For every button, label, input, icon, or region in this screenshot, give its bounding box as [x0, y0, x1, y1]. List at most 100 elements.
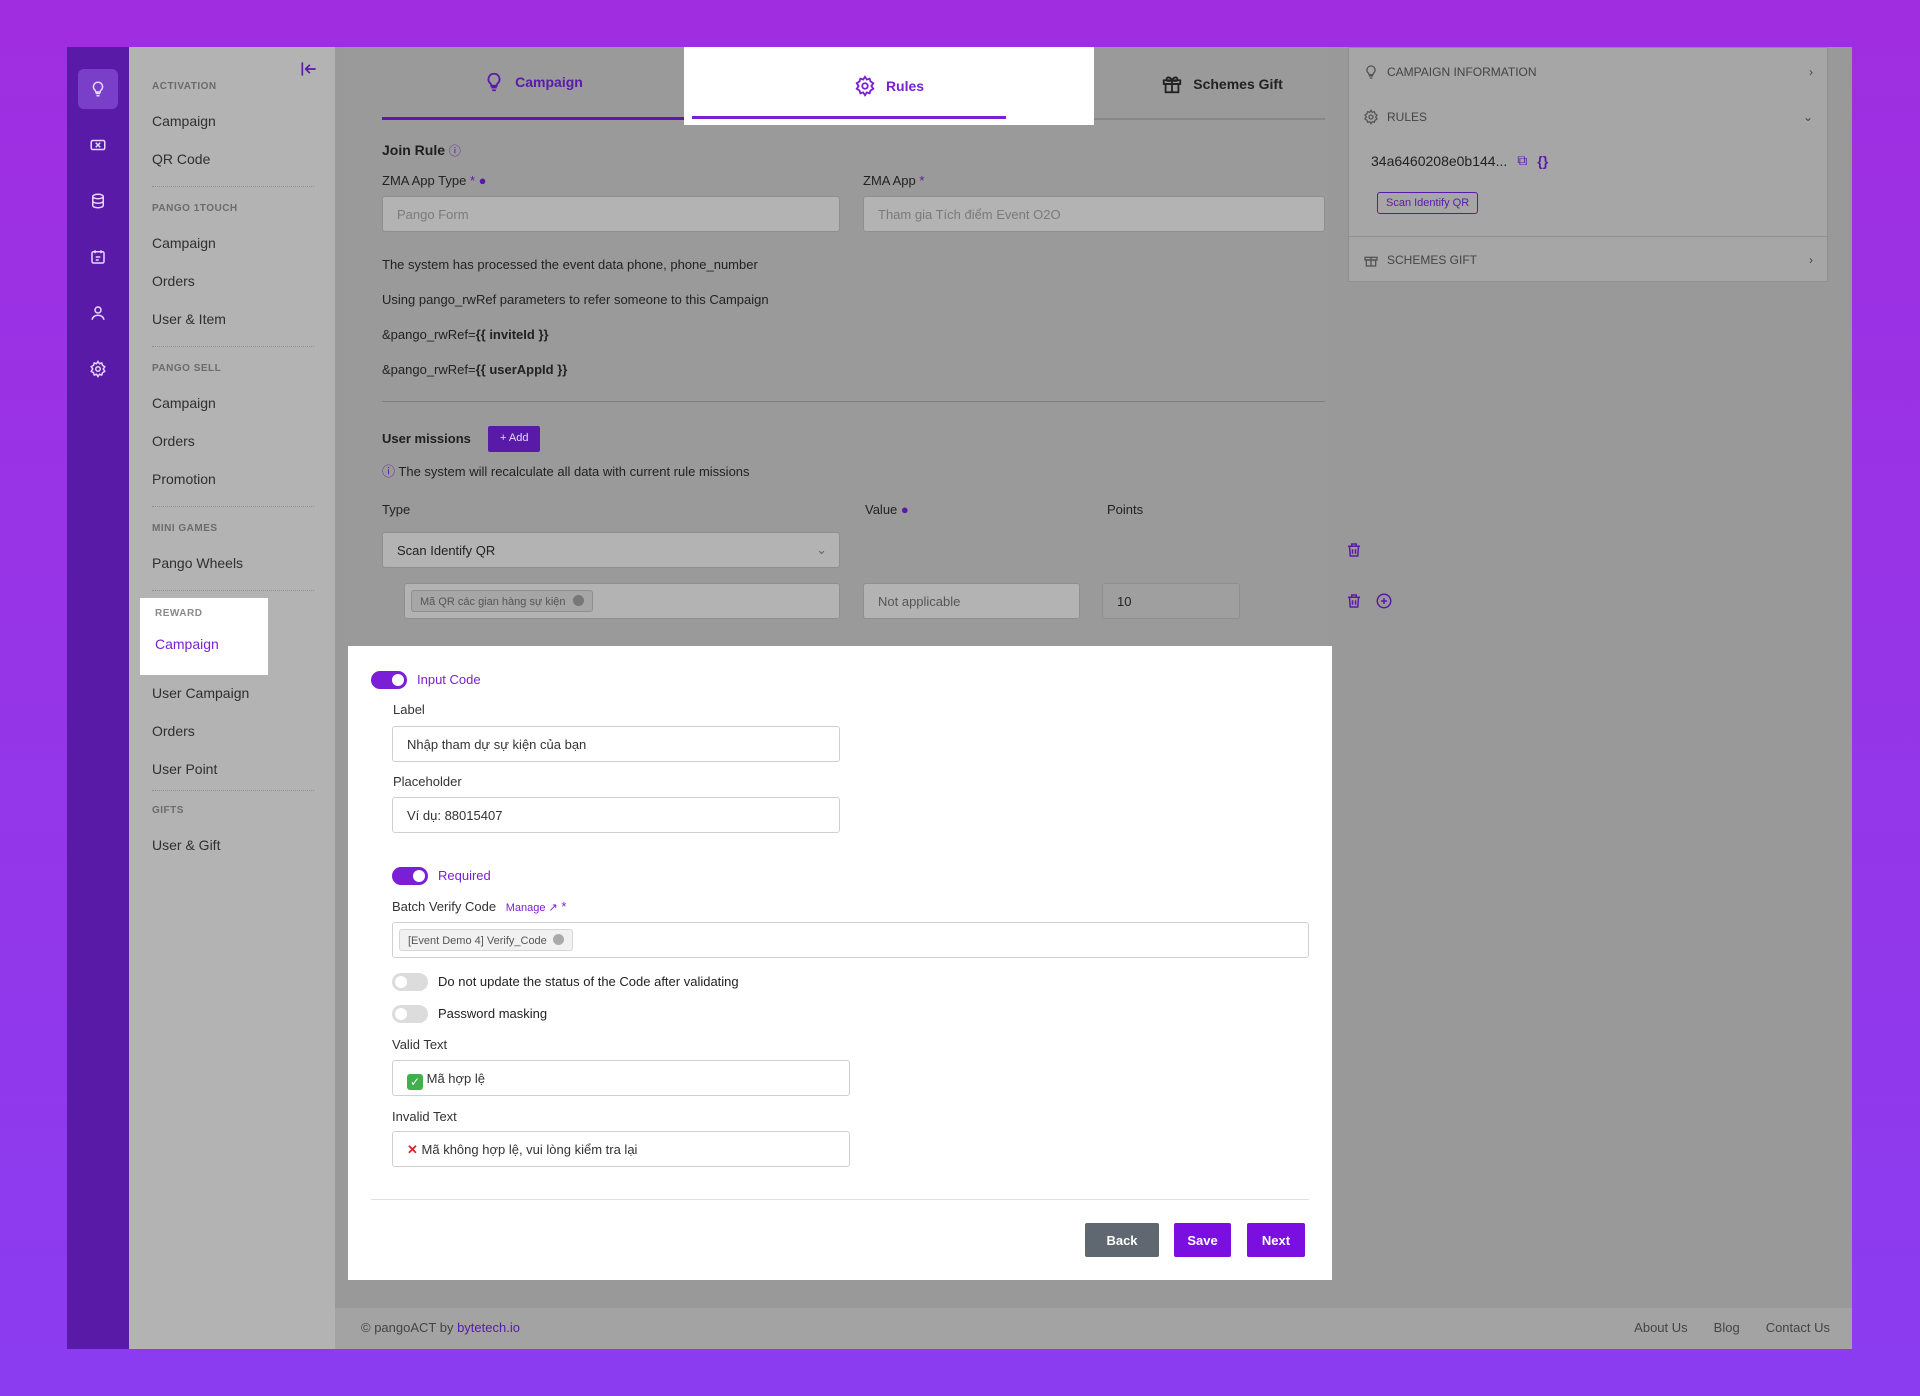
footer: © pangoACT by bytetech.io About Us Blog …: [335, 1308, 1852, 1349]
zma-app-type-label: ZMA App Type * ●: [382, 173, 487, 188]
sidebar-item-user-point[interactable]: User Point: [152, 761, 217, 777]
sidebar: ACTIVATION Campaign QR Code PANGO 1TOUCH…: [129, 47, 335, 1349]
blog-link[interactable]: Blog: [1714, 1320, 1740, 1335]
batch-verify-code-select[interactable]: [Event Demo 4] Verify_Code: [392, 922, 1309, 958]
batch-chip: [Event Demo 4] Verify_Code: [399, 929, 573, 951]
sidebar-section-gifts: GIFTS: [152, 805, 184, 816]
invalid-text-input[interactable]: ✕ Mã không hợp lệ, vui lòng kiểm tra lại: [392, 1131, 850, 1167]
tab-rules[interactable]: Rules: [684, 47, 1094, 125]
collapse-sidebar-icon[interactable]: [299, 59, 319, 79]
manage-link[interactable]: Manage ↗: [506, 902, 558, 914]
user-icon[interactable]: [78, 293, 118, 333]
lightbulb-icon: [1366, 65, 1376, 79]
save-button[interactable]: Save: [1174, 1223, 1231, 1257]
tab-campaign[interactable]: Campaign: [382, 47, 684, 120]
rules-label: RULES: [1387, 110, 1428, 124]
sidebar-item-user-item[interactable]: User & Item: [152, 311, 226, 327]
chevron-right-icon: ›: [1809, 65, 1813, 79]
qr-chip: Mã QR các gian hàng sự kiện: [411, 590, 593, 612]
remove-chip-icon[interactable]: [572, 595, 584, 606]
calendar-icon[interactable]: [78, 237, 118, 277]
sidebar-item-pango-wheels[interactable]: Pango Wheels: [152, 555, 243, 571]
column-value: Value ●: [865, 502, 909, 517]
campaign-information-row[interactable]: CAMPAIGN INFORMATION ›: [1363, 62, 1813, 82]
divider: [152, 590, 314, 591]
contact-us-link[interactable]: Contact Us: [1766, 1320, 1830, 1335]
sidebar-item-activation-campaign[interactable]: Campaign: [152, 113, 216, 129]
placeholder-input[interactable]: Ví dụ: 88015407: [392, 797, 840, 833]
divider: [371, 1199, 1309, 1200]
sidebar-item-user-campaign[interactable]: User Campaign: [152, 685, 249, 701]
sidebar-item-1touch-orders[interactable]: Orders: [152, 273, 195, 289]
sidebar-section-mini-games: MINI GAMES: [152, 523, 218, 534]
schemes-gift-row[interactable]: SCHEMES GIFT ›: [1363, 250, 1813, 270]
tab-campaign-label: Campaign: [515, 74, 583, 90]
add-mission-button[interactable]: + Add: [488, 426, 541, 452]
divider: [382, 401, 1325, 402]
copy-icon[interactable]: ⧉: [1517, 152, 1527, 169]
gift-icon: [1364, 256, 1378, 267]
batch-verify-code-label: Batch Verify Code Manage ↗ *: [392, 899, 567, 914]
sidebar-section-activation: ACTIVATION: [152, 81, 217, 92]
valid-text-input[interactable]: ✓ Mã hợp lệ: [392, 1060, 850, 1096]
sidebar-item-promotion[interactable]: Promotion: [152, 471, 216, 487]
sidebar-item-1touch-campaign[interactable]: Campaign: [152, 235, 216, 251]
referral-param-invite: &pango_rwRef={{ inviteId }}: [382, 327, 549, 342]
points-input[interactable]: 10: [1102, 583, 1240, 619]
lightbulb-icon[interactable]: [78, 69, 118, 109]
json-icon[interactable]: {}: [1537, 153, 1548, 169]
join-rule-title: Join Rule ⓘ: [382, 142, 461, 158]
event-data-info: The system has processed the event data …: [382, 257, 758, 272]
divider: [152, 186, 314, 187]
trash-icon[interactable]: [1345, 541, 1363, 559]
help-icon: ●: [478, 173, 487, 188]
sidebar-item-user-gift[interactable]: User & Gift: [152, 837, 220, 853]
no-update-status-toggle[interactable]: [392, 973, 428, 991]
next-button[interactable]: Next: [1247, 1223, 1305, 1257]
icon-rail: [67, 47, 129, 1349]
chevron-down-icon: ⌄: [1802, 110, 1813, 124]
about-us-link[interactable]: About Us: [1634, 1320, 1687, 1335]
sidebar-item-sell-orders[interactable]: Orders: [152, 433, 195, 449]
remove-chip-icon[interactable]: [552, 934, 564, 945]
mission-type-select[interactable]: Scan Identify QR ⌄: [382, 532, 840, 568]
gift-icon: [1163, 76, 1182, 93]
tab-rules-label: Rules: [885, 78, 925, 94]
sidebar-item-reward-campaign[interactable]: Campaign: [155, 636, 219, 652]
sidebar-item-sell-campaign[interactable]: Campaign: [152, 395, 216, 411]
active-tab-indicator: [692, 116, 1006, 119]
zma-app-type-select[interactable]: Pango Form: [382, 196, 840, 232]
sidebar-item-reward-orders[interactable]: Orders: [152, 723, 195, 739]
sidebar-item-qr-code[interactable]: QR Code: [152, 151, 210, 167]
valid-text-label: Valid Text: [392, 1037, 448, 1052]
trash-icon[interactable]: [1345, 592, 1363, 610]
zma-app-select[interactable]: Tham gia Tích điểm Event O2O: [863, 196, 1325, 232]
summary-panel: CAMPAIGN INFORMATION › RULES ⌄ 34a646020…: [1348, 47, 1828, 282]
database-icon[interactable]: [78, 181, 118, 221]
value-input[interactable]: Not applicable: [863, 583, 1080, 619]
cross-icon: ✕: [407, 1142, 418, 1157]
ticket-icon[interactable]: [78, 125, 118, 165]
input-code-toggle[interactable]: [371, 671, 407, 689]
password-masking-toggle[interactable]: [392, 1005, 428, 1023]
gear-icon: [1364, 109, 1378, 125]
divider: [152, 506, 314, 507]
rules-row[interactable]: RULES ⌄: [1363, 107, 1813, 127]
divider: [152, 790, 314, 791]
settings-icon[interactable]: [78, 349, 118, 389]
back-button[interactable]: Back: [1085, 1223, 1159, 1257]
referral-info: Using pango_rwRef parameters to refer so…: [382, 292, 769, 307]
tab-schemes-gift[interactable]: Schemes Gift: [1122, 47, 1322, 120]
label-input[interactable]: Nhập tham dự sự kiện của bạn: [392, 726, 840, 762]
brand-link[interactable]: bytetech.io: [457, 1320, 520, 1335]
add-circle-icon[interactable]: [1375, 592, 1393, 610]
qr-select[interactable]: Mã QR các gian hàng sự kiện: [404, 583, 840, 619]
schemes-gift-label: SCHEMES GIFT: [1387, 253, 1478, 267]
user-missions-title: User missions: [382, 431, 471, 446]
gear-icon: [855, 75, 875, 97]
sidebar-section-pango-sell: PANGO SELL: [152, 363, 222, 374]
help-icon: ●: [900, 502, 909, 517]
divider: [152, 346, 314, 347]
required-toggle[interactable]: [392, 867, 428, 885]
campaign-information-label: CAMPAIGN INFORMATION: [1387, 65, 1537, 79]
